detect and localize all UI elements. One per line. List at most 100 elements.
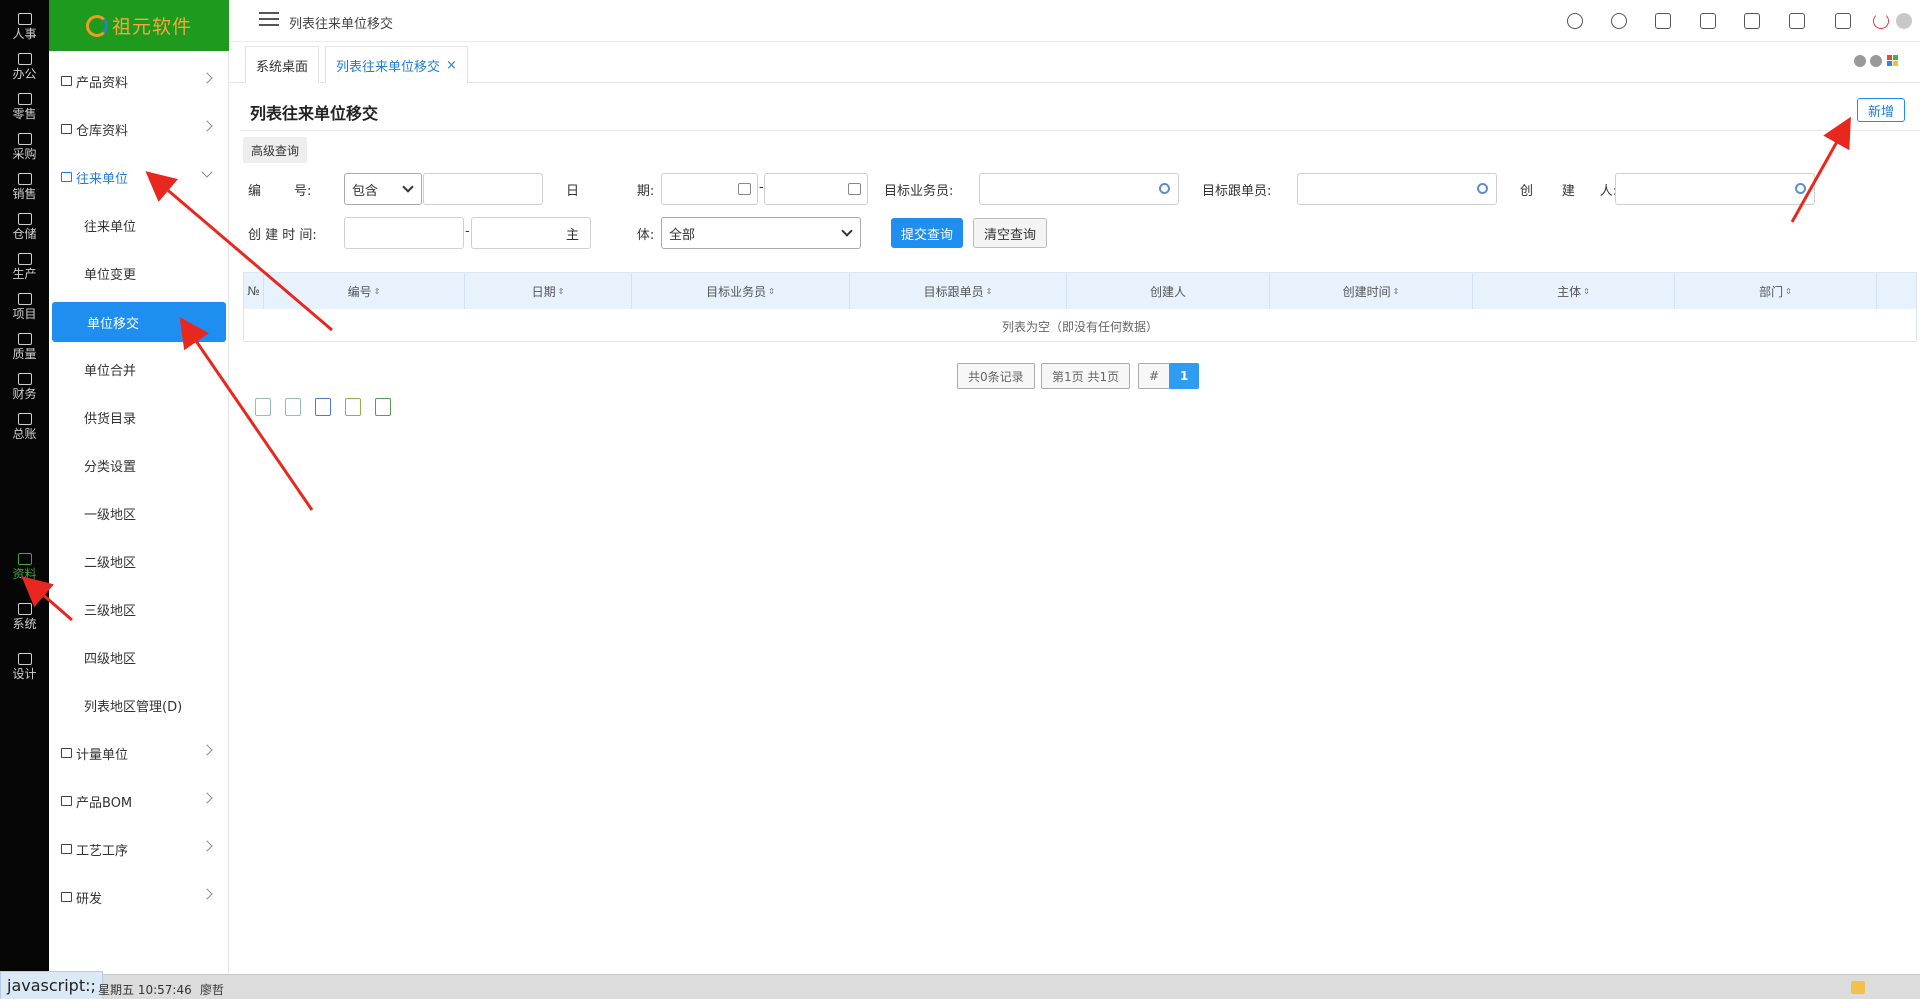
menu-toggle-icon[interactable] bbox=[259, 12, 279, 28]
calendar-icon[interactable] bbox=[848, 183, 861, 195]
grid-header-1[interactable]: 编号 ⇕ bbox=[264, 273, 465, 309]
code-match-select[interactable]: 包含 bbox=[344, 173, 422, 205]
tab-desktop[interactable]: 系统桌面 bbox=[245, 46, 320, 83]
grid-layout-icon[interactable] bbox=[255, 398, 271, 416]
rail-label: 财务 bbox=[12, 386, 37, 401]
menu-item-rnd[interactable]: 研发 bbox=[49, 877, 229, 917]
title-divider bbox=[240, 130, 1920, 131]
created-from-input[interactable] bbox=[344, 217, 464, 249]
sub-item-region-4[interactable]: 四级地区 bbox=[49, 637, 229, 677]
apps-grid-icon[interactable] bbox=[1744, 13, 1760, 29]
sub-item-partners[interactable]: 往来单位 bbox=[49, 205, 229, 245]
search-icon[interactable] bbox=[1159, 183, 1170, 194]
sort-icon[interactable]: ⇕ bbox=[558, 287, 565, 296]
entity-select[interactable]: 全部 bbox=[661, 217, 861, 249]
date-separator: - bbox=[759, 180, 764, 195]
sort-icon[interactable]: ⇕ bbox=[374, 287, 381, 296]
boxes-icon bbox=[17, 212, 32, 225]
tab-next-icon[interactable] bbox=[1870, 55, 1882, 67]
sort-icon[interactable]: ⇕ bbox=[1785, 287, 1792, 296]
menu-item-bom[interactable]: 产品BOM bbox=[49, 781, 229, 821]
windows-icon[interactable] bbox=[1887, 55, 1899, 67]
rail-item-design[interactable]: 设计 bbox=[0, 642, 49, 691]
menu-label: 产品资料 bbox=[76, 75, 129, 91]
grid-header-0[interactable]: № bbox=[244, 273, 264, 309]
rail-item-ledger[interactable]: 总账 bbox=[0, 402, 49, 451]
sort-icon[interactable]: ⇕ bbox=[1583, 287, 1590, 296]
menu-item-process[interactable]: 工艺工序 bbox=[49, 829, 229, 869]
sub-item-supply-catalog[interactable]: 供货目录 bbox=[49, 397, 229, 437]
entity-label: 主 体: bbox=[566, 228, 655, 243]
sub-item-region-1[interactable]: 一级地区 bbox=[49, 493, 229, 533]
grid-header-6[interactable]: 创建时间 ⇕ bbox=[1270, 273, 1473, 309]
tab-unit-transfer[interactable]: 列表往来单位移交 × bbox=[325, 46, 468, 83]
grid-header-label: 主体 bbox=[1557, 284, 1582, 299]
sub-item-category-settings[interactable]: 分类设置 bbox=[49, 445, 229, 485]
pager-jump-button[interactable]: # bbox=[1138, 363, 1171, 389]
submit-query-button[interactable]: 提交查询 bbox=[891, 218, 964, 248]
code-input[interactable] bbox=[423, 173, 543, 205]
sub-item-unit-merge[interactable]: 单位合并 bbox=[49, 349, 229, 389]
menu-item-warehouse-data[interactable]: 仓库资料 bbox=[49, 109, 229, 149]
code-label: 编 号: bbox=[248, 184, 312, 199]
menu-item-product-data[interactable]: 产品资料 bbox=[49, 61, 229, 101]
sub-item-unit-transfer[interactable]: 单位移交 bbox=[52, 302, 226, 342]
grid-header-5[interactable]: 创建人 bbox=[1067, 273, 1270, 309]
clear-query-button[interactable]: 清空查询 bbox=[973, 218, 1048, 248]
menu-item-units[interactable]: 计量单位 bbox=[49, 733, 229, 773]
new-button[interactable]: 新增 bbox=[1857, 98, 1905, 122]
sort-icon[interactable]: ⇕ bbox=[986, 287, 993, 296]
sub-label: 单位变更 bbox=[84, 267, 137, 283]
cloud-icon[interactable] bbox=[1567, 13, 1583, 29]
creator-input[interactable] bbox=[1615, 173, 1815, 205]
sub-item-region-2[interactable]: 二级地区 bbox=[49, 541, 229, 581]
rail-label: 办公 bbox=[12, 66, 37, 81]
sub-item-region-list[interactable]: 列表地区管理(D) bbox=[49, 685, 229, 725]
truck-icon bbox=[17, 132, 32, 145]
rail-item-data[interactable]: 资料 bbox=[0, 542, 49, 591]
advanced-query-tab[interactable]: 高级查询 bbox=[243, 137, 308, 163]
close-icon[interactable]: × bbox=[446, 58, 457, 73]
date-from-input[interactable] bbox=[661, 173, 758, 205]
rail-label: 总账 bbox=[12, 426, 37, 441]
date-to-input[interactable] bbox=[764, 173, 868, 205]
grid-header-4[interactable]: 目标跟单员 ⇕ bbox=[850, 273, 1067, 309]
table-icon[interactable] bbox=[315, 398, 331, 416]
grid-header-2[interactable]: 日期 ⇕ bbox=[465, 273, 632, 309]
tab-bar: 系统桌面 列表往来单位移交 × bbox=[229, 43, 1920, 83]
message-icon[interactable] bbox=[1851, 981, 1865, 994]
export-icon[interactable] bbox=[375, 398, 391, 416]
building-icon bbox=[61, 172, 72, 182]
follower-input[interactable] bbox=[1297, 173, 1497, 205]
rail-item-system[interactable]: 系统 bbox=[0, 592, 49, 641]
power-icon[interactable] bbox=[1873, 13, 1889, 29]
sort-icon[interactable]: ⇕ bbox=[768, 287, 775, 296]
search-icon[interactable] bbox=[1795, 183, 1806, 194]
shirt-icon[interactable] bbox=[1655, 13, 1671, 29]
salesman-input[interactable] bbox=[979, 173, 1179, 205]
status-datetime: 星期五 10:57:46 bbox=[98, 983, 192, 997]
sub-item-unit-change[interactable]: 单位变更 bbox=[49, 253, 229, 293]
menu-item-partners[interactable]: 往来单位 bbox=[49, 157, 229, 197]
grid-header-label: 日期 bbox=[531, 284, 556, 299]
avatar[interactable] bbox=[1896, 13, 1912, 29]
fingerprint-icon bbox=[17, 252, 32, 265]
sub-label: 三级地区 bbox=[84, 603, 137, 619]
calendar-icon[interactable] bbox=[1789, 13, 1805, 29]
calendar-icon[interactable] bbox=[738, 183, 751, 195]
grid-header-7[interactable]: 主体 ⇕ bbox=[1473, 273, 1675, 309]
search-icon[interactable] bbox=[1477, 183, 1488, 194]
screen-icon[interactable] bbox=[1700, 13, 1716, 29]
pager-current-page[interactable]: 1 bbox=[1169, 363, 1200, 389]
sub-item-region-3[interactable]: 三级地区 bbox=[49, 589, 229, 629]
ruler-icon bbox=[61, 748, 72, 758]
help-icon[interactable] bbox=[1611, 13, 1627, 29]
font-icon[interactable] bbox=[1835, 13, 1851, 29]
sort-icon[interactable]: ⇕ bbox=[1393, 287, 1400, 296]
sub-label: 一级地区 bbox=[84, 507, 137, 523]
grid-header-3[interactable]: 目标业务员 ⇕ bbox=[632, 273, 850, 309]
blank-page-icon[interactable] bbox=[285, 398, 301, 416]
edit-icon[interactable] bbox=[345, 398, 361, 416]
grid-header-8[interactable]: 部门 ⇕ bbox=[1675, 273, 1877, 309]
tab-prev-icon[interactable] bbox=[1854, 55, 1866, 67]
